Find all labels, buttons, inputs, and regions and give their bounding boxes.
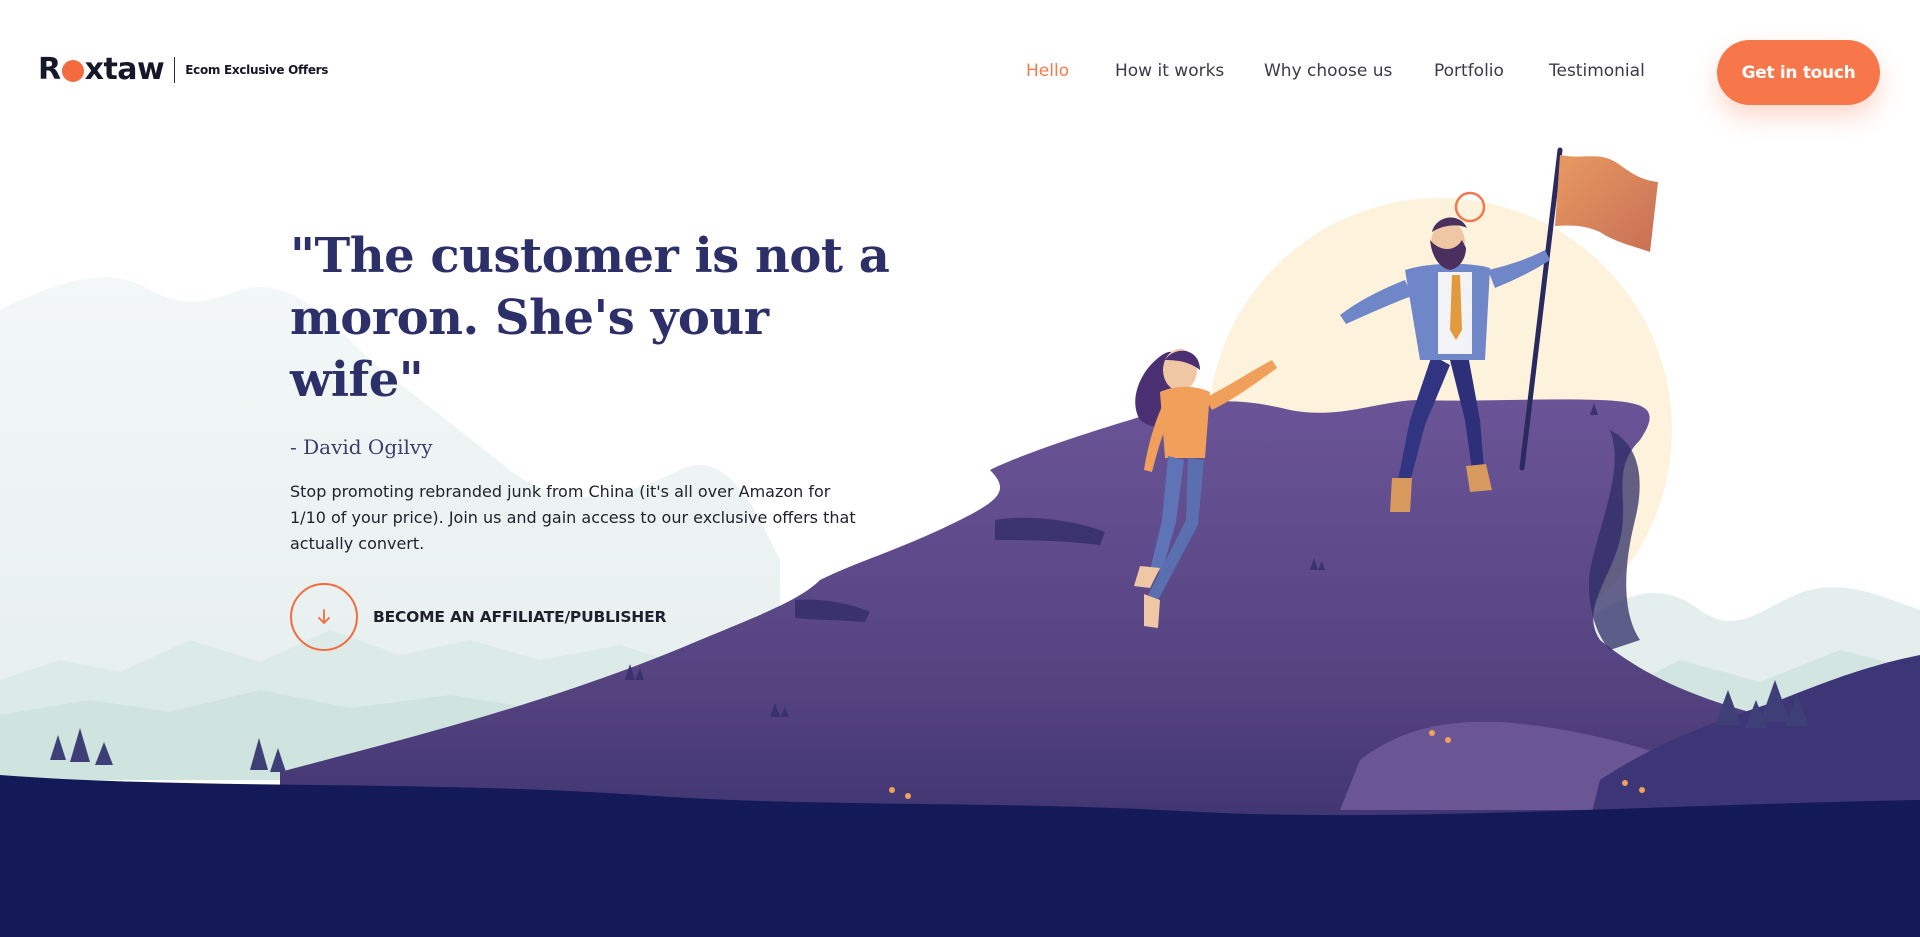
become-affiliate-button[interactable]: BECOME AN AFFILIATE/PUBLISHER: [290, 583, 910, 651]
site-header: Rxtaw Ecom Exclusive Offers Hello How it…: [0, 0, 1920, 140]
hero-description: Stop promoting rebranded junk from China…: [290, 482, 856, 553]
get-in-touch-button[interactable]: Get in touch: [1717, 40, 1880, 105]
nav-link-testimonial[interactable]: Testimonial: [1549, 61, 1645, 81]
arrow-down-icon: [318, 609, 330, 624]
affiliate-circle[interactable]: [290, 583, 358, 651]
quote-author: - David Ogilvy: [290, 435, 433, 459]
nav-link-portfolio[interactable]: Portfolio: [1434, 61, 1504, 81]
nav-link-how-it-works[interactable]: How it works: [1115, 61, 1224, 81]
flag: [1555, 155, 1658, 252]
affiliate-label[interactable]: BECOME AN AFFILIATE/PUBLISHER: [373, 608, 666, 626]
hero-illustration: [0, 147, 1920, 937]
hero-section: "The customer is not a moron. She's your…: [290, 225, 910, 651]
nav-link-why-choose-us[interactable]: Why choose us: [1264, 61, 1392, 81]
hero-quote: "The customer is not a moron. She's your…: [290, 228, 890, 408]
nav-link-hello[interactable]: Hello: [1026, 61, 1069, 81]
main-nav: Hello How it works Why choose us Portfol…: [0, 61, 1920, 85]
